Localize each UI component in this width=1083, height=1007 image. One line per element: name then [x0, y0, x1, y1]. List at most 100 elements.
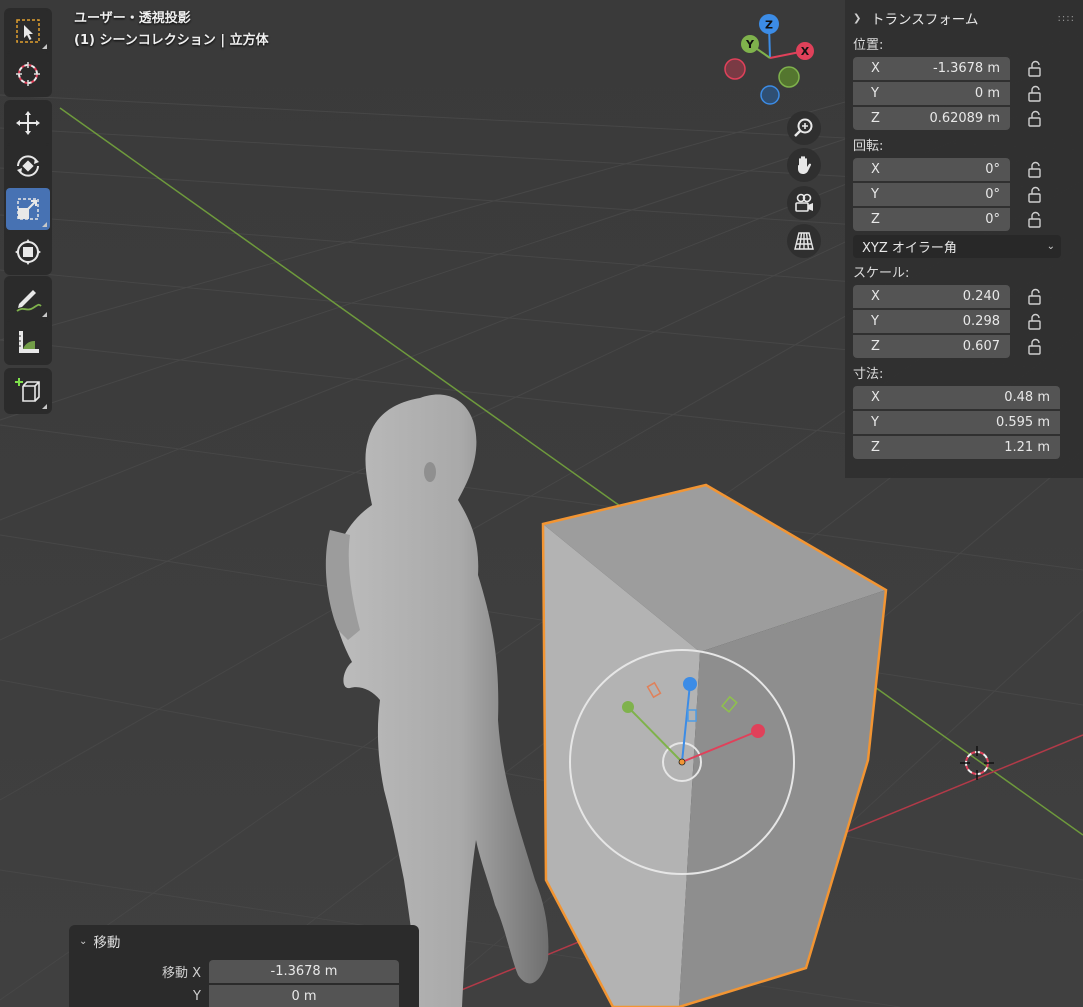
chevron-down-icon: ⌄ — [79, 935, 88, 947]
transform-panel: ❯ トランスフォーム :::: 位置: X -1.3678 m Y0 m Z 0.6… — [845, 0, 1083, 478]
lock-icon[interactable] — [1023, 84, 1047, 104]
axis-label: Y — [871, 187, 879, 202]
cursor-icon — [16, 62, 40, 86]
add-cube-tool-button[interactable] — [6, 370, 50, 412]
axis-label: X — [871, 289, 880, 304]
perspective-grid-icon — [794, 232, 814, 250]
field-value: 1.21 m — [1004, 440, 1050, 455]
field-value: 0 m — [974, 86, 1000, 101]
dimensions-x-field[interactable]: X 0.48 m — [853, 386, 1060, 409]
axis-label: Y — [871, 314, 879, 329]
field-value: 0.240 — [962, 289, 1000, 304]
axis-label: X — [871, 61, 880, 76]
chevron-down-icon: ❯ — [853, 12, 862, 24]
move-tool-button[interactable] — [6, 102, 50, 144]
lock-icon[interactable] — [1023, 109, 1047, 129]
lock-icon[interactable] — [1023, 160, 1047, 180]
toolbar-annotate-group — [4, 276, 52, 365]
lock-icon[interactable] — [1023, 185, 1047, 205]
move-y-field[interactable]: 0 m — [209, 985, 399, 1007]
location-label: 位置: — [853, 38, 884, 53]
operator-panel-header[interactable]: ⌄ 移動 — [79, 931, 409, 951]
rotation-mode-dropdown[interactable]: XYZ オイラー角 ⌄ — [853, 235, 1061, 258]
drag-grip-icon[interactable]: :::: — [1058, 13, 1075, 24]
field-value: -1.3678 m — [270, 964, 338, 979]
perspective-toggle-button[interactable] — [787, 224, 821, 258]
axis-label: Y — [871, 415, 879, 430]
field-value: 0.595 m — [995, 415, 1050, 430]
lock-icon[interactable] — [1023, 312, 1047, 332]
measure-tool-button[interactable] — [6, 321, 50, 363]
field-value: 0° — [985, 162, 1000, 177]
gizmo-y-label: Y — [745, 38, 755, 51]
rotation-mode-value: XYZ オイラー角 — [862, 241, 957, 256]
field-value: 0° — [985, 212, 1000, 227]
annotate-tool-button[interactable] — [6, 278, 50, 320]
chevron-down-icon: ⌄ — [1046, 241, 1055, 252]
dimensions-z-field[interactable]: Z 1.21 m — [853, 436, 1060, 459]
move-icon — [16, 111, 40, 135]
dimensions-y-field[interactable]: Y 0.595 m — [853, 411, 1060, 434]
toolbar-add-group — [4, 368, 52, 414]
transform-tool-button[interactable] — [6, 231, 50, 273]
field-value: -1.3678 m — [933, 61, 1000, 76]
location-x-field[interactable]: X -1.3678 m — [853, 57, 1010, 80]
select-box-tool-button[interactable] — [6, 10, 50, 52]
transform-panel-title: トランスフォーム — [871, 12, 979, 28]
rotation-y-field[interactable]: Y 0° — [853, 183, 1010, 206]
axis-label: Y — [871, 86, 879, 101]
scale-y-field[interactable]: Y 0.298 — [853, 310, 1010, 333]
axis-label: Z — [871, 111, 880, 126]
scale-icon — [17, 198, 39, 220]
location-z-field[interactable]: Z 0.62089 m — [853, 107, 1010, 130]
transform-icon — [15, 239, 41, 265]
lock-icon[interactable] — [1023, 337, 1047, 357]
camera-view-button[interactable] — [787, 186, 821, 220]
rotation-x-field[interactable]: X 0° — [853, 158, 1010, 181]
scale-tool-button[interactable] — [6, 188, 50, 230]
zoom-icon — [794, 118, 813, 137]
toolbar-transform-group — [4, 100, 52, 275]
lock-icon[interactable] — [1023, 59, 1047, 79]
scale-x-field[interactable]: X 0.240 — [853, 285, 1010, 308]
rotation-z-field[interactable]: Z 0° — [853, 208, 1010, 231]
cursor-tool-button[interactable] — [6, 53, 50, 95]
move-y-label: Y — [193, 989, 201, 1004]
zoom-button[interactable] — [787, 111, 821, 145]
lock-icon[interactable] — [1023, 210, 1047, 230]
viewport-info: ユーザー・透視投影 (1) シーンコレクション | 立方体 — [74, 8, 269, 52]
camera-icon — [795, 193, 813, 212]
pan-button[interactable] — [787, 148, 821, 182]
rotate-icon — [17, 155, 39, 177]
select-box-icon — [16, 19, 40, 43]
field-value: 0.48 m — [1004, 390, 1050, 405]
add-cube-icon — [15, 378, 40, 402]
gizmo-z-label: Z — [765, 19, 773, 32]
axis-label: Z — [871, 212, 880, 227]
field-value: 0.298 — [962, 314, 1000, 329]
annotate-icon — [16, 290, 42, 312]
lock-icon[interactable] — [1023, 287, 1047, 307]
move-x-field[interactable]: -1.3678 m — [209, 960, 399, 983]
field-value: 0.607 — [962, 339, 1000, 354]
view-name: ユーザー・透視投影 — [74, 11, 191, 26]
collection-line: (1) シーンコレクション | 立方体 — [74, 33, 269, 48]
operator-title: 移動 — [93, 935, 121, 951]
measure-icon — [19, 331, 39, 353]
scale-z-field[interactable]: Z 0.607 — [853, 335, 1010, 358]
rotation-label: 回転: — [853, 139, 884, 154]
scale-label: スケール: — [853, 266, 910, 281]
axis-label: Z — [871, 339, 880, 354]
gizmo-x-label: X — [801, 45, 810, 58]
axis-label: X — [871, 162, 880, 177]
location-y-field[interactable]: Y 0 m — [853, 82, 1010, 105]
field-value: 0.62089 m — [929, 111, 1000, 126]
axis-label: Z — [871, 440, 880, 455]
toolbar-select-group — [4, 8, 52, 97]
pan-hand-icon — [798, 156, 812, 174]
field-value: 0 m — [291, 989, 317, 1004]
move-x-label: 移動 X — [161, 966, 201, 981]
rotate-tool-button[interactable] — [6, 145, 50, 187]
dimensions-label: 寸法: — [853, 367, 884, 382]
transform-panel-header[interactable]: ❯ トランスフォーム :::: — [853, 6, 1075, 30]
